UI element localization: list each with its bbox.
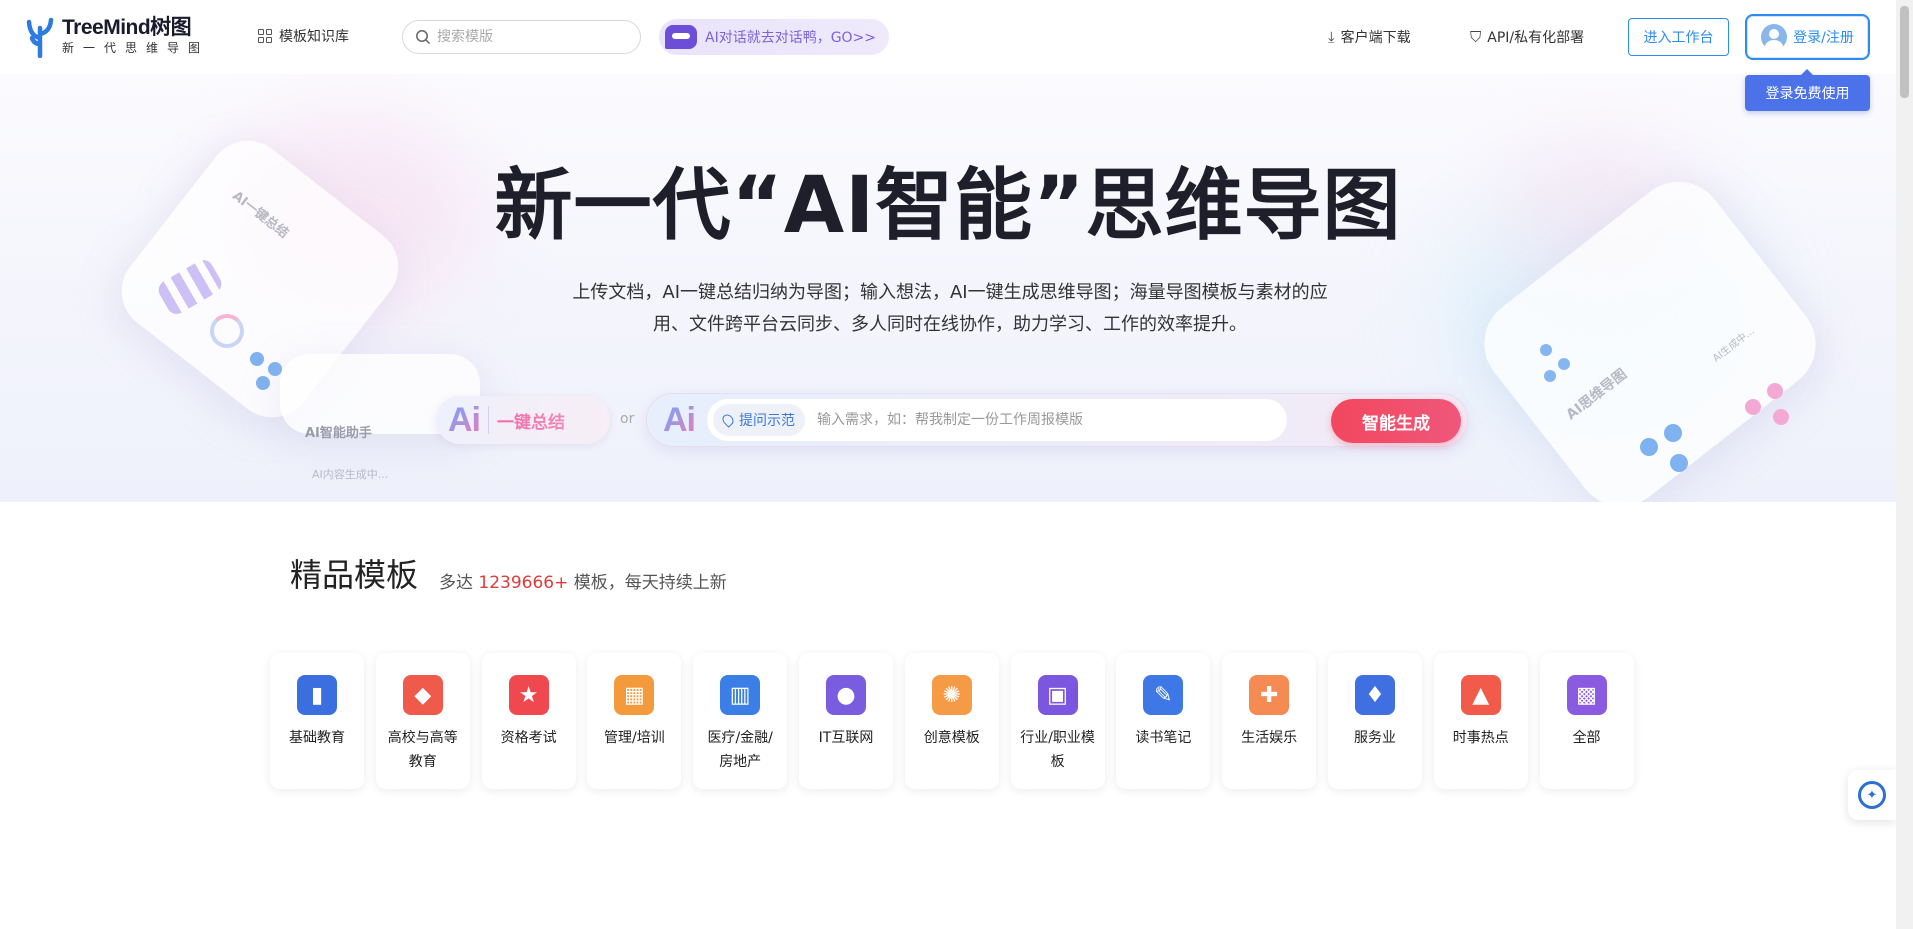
- category-label: 创意模板: [923, 730, 980, 746]
- ai-chat-label: AI对话就去对话鸭，GO>>: [705, 30, 877, 46]
- category-card[interactable]: ✺ 创意模板: [904, 653, 999, 789]
- notebook-pen-icon: ✎: [1143, 675, 1184, 715]
- presentation-icon: ▦: [614, 675, 655, 715]
- duck-bot-icon: [665, 25, 697, 49]
- search-input[interactable]: [437, 29, 617, 45]
- ai-logo-icon: Ai: [448, 400, 481, 439]
- category-card[interactable]: ▦ 管理/培训: [587, 653, 682, 789]
- category-label: 服务业: [1353, 730, 1396, 746]
- divider: [488, 406, 489, 434]
- category-card[interactable]: ✚ 生活娱乐: [1222, 653, 1317, 789]
- category-card[interactable]: ★ 资格考试: [481, 653, 576, 789]
- category-label: 全部: [1572, 730, 1601, 746]
- client-download-link[interactable]: ⤓ 客户端下载: [1328, 27, 1411, 47]
- category-label: 生活娱乐: [1241, 730, 1298, 746]
- assistant-icon: ✦: [1858, 781, 1886, 809]
- category-label: 管理/培训: [604, 730, 665, 746]
- category-label: 高校与高等教育: [387, 730, 458, 770]
- enter-workspace-button[interactable]: 进入工作台: [1628, 18, 1729, 56]
- login-free-tooltip[interactable]: 登录免费使用: [1745, 69, 1870, 111]
- category-card[interactable]: ◆ 高校与高等教育: [375, 653, 470, 789]
- category-card[interactable]: ● IT互联网: [798, 653, 893, 789]
- category-label: IT互联网: [818, 730, 874, 746]
- category-label: 资格考试: [500, 730, 557, 746]
- hero-description: 上传文档，AI一键总结归纳为导图；输入想法，AI一键生成思维导图；海量导图模板与…: [530, 277, 1370, 341]
- briefcase-icon: ▣: [1037, 675, 1078, 715]
- planet-icon: ●: [825, 675, 866, 715]
- tree-logo-icon: [26, 17, 54, 58]
- hero-desc-line-1: 上传文档，AI一键总结归纳为导图；输入想法，AI一键生成思维导图；海量导图模板与…: [572, 282, 1328, 303]
- scrollbar-thumb[interactable]: [1900, 6, 1909, 98]
- or-separator: or: [620, 411, 635, 427]
- one-click-summary-button[interactable]: Ai 一键总结: [436, 396, 610, 444]
- generate-prompt-input[interactable]: [817, 412, 1257, 428]
- category-label: 时事热点: [1452, 730, 1509, 746]
- gamepad-icon: ✚: [1249, 675, 1290, 715]
- search-icon: [416, 30, 431, 45]
- page-scrollbar[interactable]: [1896, 0, 1913, 929]
- login-register-button[interactable]: 登录/注册: [1745, 14, 1870, 60]
- decor-nodes: [1640, 424, 1700, 484]
- login-register-label: 登录/注册: [1793, 30, 1854, 46]
- category-card[interactable]: ▣ 行业/职业模板: [1010, 653, 1105, 789]
- flame-icon: ▲: [1460, 675, 1501, 715]
- api-deploy-label: API/私有化部署: [1487, 30, 1585, 46]
- client-download-label: 客户端下载: [1340, 30, 1411, 46]
- floating-assistant-button[interactable]: ✦: [1848, 770, 1896, 820]
- category-card[interactable]: ▲ 时事热点: [1433, 653, 1528, 789]
- location-pin-icon: [720, 412, 736, 428]
- subtitle-suffix: 模板，每天持续上新: [568, 573, 727, 593]
- category-label: 读书笔记: [1135, 730, 1192, 746]
- decor-nodes: [1540, 344, 1584, 388]
- section-subtitle: 多达 1239666+ 模板，每天持续上新: [439, 568, 727, 593]
- category-card[interactable]: ▥ 医疗/金融/房地产: [693, 653, 788, 789]
- one-click-summary-label: 一键总结: [497, 408, 565, 433]
- category-list: ▮ 基础教育 ◆ 高校与高等教育 ★ 资格考试 ▦ 管理/培训 ▥ 医疗/金融/房地产 ● IT互联网…: [270, 653, 1645, 789]
- smart-generate-button[interactable]: 智能生成: [1331, 399, 1461, 443]
- prompt-example-tag[interactable]: 提问示范: [713, 404, 805, 436]
- section-title: 精品模板: [290, 556, 419, 594]
- book-icon: ▮: [297, 675, 337, 715]
- logo-title: TreeMind树图: [62, 16, 192, 39]
- category-label: 行业/职业模板: [1020, 730, 1095, 770]
- hero-section: AI一键总结 AI智能助手 AI内容生成中... AI思维导图 AI生成中...…: [0, 74, 1896, 502]
- category-label: 基础教育: [289, 730, 345, 746]
- download-icon: ⤓: [1328, 28, 1335, 46]
- avatar-icon: [1761, 24, 1788, 50]
- category-card[interactable]: ▩ 全部: [1539, 653, 1634, 789]
- hero-title: 新一代“AI智能”思维导图: [494, 161, 1402, 251]
- subtitle-prefix: 多达: [439, 573, 479, 593]
- shield-doc-icon: ⛉: [1470, 28, 1482, 46]
- waiter-icon: ♦: [1354, 675, 1395, 715]
- decor-spinner: [210, 314, 244, 348]
- top-header: TreeMind树图 新一代思维导图 模板知识库 AI对话就去对话鸭，GO>> …: [0, 0, 1896, 74]
- badge-star-icon: ★: [508, 675, 549, 715]
- lightbulb-icon: ✺: [931, 675, 972, 715]
- template-library-link[interactable]: 模板知识库: [258, 26, 349, 46]
- hero-desc-line-2: 用、文件跨平台云同步、多人同时在线协作，助力学习、工作的效率提升。: [653, 314, 1247, 335]
- prompt-example-label: 提问示范: [739, 413, 795, 429]
- category-card[interactable]: ▮ 基础教育: [270, 653, 364, 789]
- decor-nodes: [1745, 379, 1795, 429]
- building-icon: ▥: [720, 675, 761, 715]
- apps-grid-icon: ▩: [1566, 675, 1607, 715]
- ai-generate-box: Ai 提问示范 智能生成: [646, 393, 1468, 447]
- generate-input-wrapper: 提问示范: [707, 399, 1287, 441]
- ai-logo-icon: Ai: [663, 400, 696, 439]
- grid-icon: [258, 29, 272, 43]
- template-library-label: 模板知识库: [279, 29, 349, 45]
- decor-label: AI内容生成中...: [312, 468, 389, 481]
- category-card[interactable]: ✎ 读书笔记: [1116, 653, 1211, 789]
- search-box[interactable]: [402, 20, 641, 54]
- template-count: 1239666+: [478, 573, 569, 593]
- api-deploy-link[interactable]: ⛉ API/私有化部署: [1470, 27, 1584, 47]
- decor-label: AI智能助手: [305, 426, 372, 441]
- treemind-logo[interactable]: TreeMind树图 新一代思维导图: [24, 14, 209, 58]
- graduation-cap-icon: ◆: [402, 675, 443, 715]
- category-label: 医疗/金融/房地产: [707, 730, 773, 770]
- logo-subtitle: 新一代思维导图: [62, 41, 210, 55]
- ai-chat-banner[interactable]: AI对话就去对话鸭，GO>>: [659, 19, 889, 55]
- category-card[interactable]: ♦ 服务业: [1327, 653, 1422, 789]
